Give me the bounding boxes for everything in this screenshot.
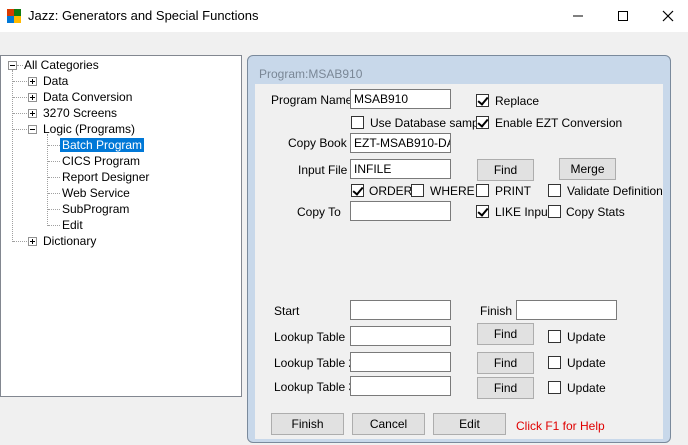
start-field[interactable] xyxy=(350,300,451,320)
copy-to-label: Copy To xyxy=(297,205,341,219)
finish-button[interactable]: Finish xyxy=(271,413,344,435)
input-file-field[interactable]: INFILE xyxy=(350,159,451,179)
expand-icon[interactable] xyxy=(28,237,37,246)
print-label: PRINT xyxy=(495,184,531,198)
order-label: ORDER xyxy=(369,184,413,198)
input-file-find-button[interactable]: Find xyxy=(477,159,534,181)
tree-item-batch-program[interactable]: Batch Program xyxy=(60,137,145,153)
lookup-table-2-label: Lookup Table 2 xyxy=(274,356,356,370)
lookup-table-find-button[interactable]: Find xyxy=(477,323,534,345)
program-name-field[interactable]: MSAB910 xyxy=(350,89,451,109)
expand-icon[interactable] xyxy=(28,93,37,102)
minimize-icon xyxy=(573,15,583,17)
replace-checkbox[interactable] xyxy=(476,94,489,107)
collapse-icon[interactable] xyxy=(28,125,37,134)
start-label: Start xyxy=(274,304,300,318)
maximize-icon xyxy=(618,11,628,21)
app-icon xyxy=(7,9,21,23)
tree-item-dictionary[interactable]: Dictionary xyxy=(43,233,96,249)
lookup-table-label: Lookup Table xyxy=(274,330,346,344)
like-input-checkbox[interactable] xyxy=(476,205,489,218)
tree-item-cics-program[interactable]: CICS Program xyxy=(62,153,140,169)
window-title: Jazz: Generators and Special Functions xyxy=(28,8,259,23)
lookup-table-2-update-label: Update xyxy=(567,356,606,370)
order-checkbox[interactable] xyxy=(351,184,364,197)
copy-book-field[interactable]: EZT-MSAB910-DA1 xyxy=(350,133,451,153)
validate-definition-checkbox[interactable] xyxy=(548,184,561,197)
panel-title: Program:MSAB910 xyxy=(259,67,363,81)
edit-button[interactable]: Edit xyxy=(433,413,506,435)
lookup-table-2-field[interactable] xyxy=(350,352,451,372)
tree-item-report-designer[interactable]: Report Designer xyxy=(62,169,149,185)
expand-icon[interactable] xyxy=(28,109,37,118)
lookup-table-3-update-checkbox[interactable] xyxy=(548,381,561,394)
lookup-table-3-field[interactable] xyxy=(350,376,451,396)
lookup-table-update-label: Update xyxy=(567,330,606,344)
where-checkbox[interactable] xyxy=(411,184,424,197)
replace-label: Replace xyxy=(495,94,540,108)
merge-button[interactable]: Merge xyxy=(559,158,616,180)
input-file-label: Input File xyxy=(298,163,348,177)
copy-to-field[interactable] xyxy=(350,201,451,221)
tree-item-label: Batch Program xyxy=(60,138,145,152)
cancel-button[interactable]: Cancel xyxy=(352,413,425,435)
tree-item-data[interactable]: Data xyxy=(43,73,68,89)
where-label: WHERE xyxy=(430,184,475,198)
collapse-icon[interactable] xyxy=(8,61,17,70)
tree-item-subprogram[interactable]: SubProgram xyxy=(62,201,129,217)
lookup-table-3-find-button[interactable]: Find xyxy=(477,377,534,399)
tree-item-3270-screens[interactable]: 3270 Screens xyxy=(43,105,117,121)
lookup-table-3-update-label: Update xyxy=(567,381,606,395)
like-input-label: LIKE Input xyxy=(495,205,552,219)
validate-definition-label: Validate Definition xyxy=(567,184,663,198)
close-button[interactable] xyxy=(645,0,688,32)
lookup-table-2-update-checkbox[interactable] xyxy=(548,356,561,369)
copy-book-label: Copy Book xyxy=(288,136,347,150)
copy-stats-checkbox[interactable] xyxy=(548,205,561,218)
close-icon xyxy=(662,10,674,22)
lookup-table-field[interactable] xyxy=(350,326,451,346)
tree-item-data-conversion[interactable]: Data Conversion xyxy=(43,89,132,105)
lookup-table-2-find-button[interactable]: Find xyxy=(477,352,534,374)
help-text: Click F1 for Help xyxy=(516,419,605,433)
tree-item-web-service[interactable]: Web Service xyxy=(62,185,130,201)
copy-stats-label: Copy Stats xyxy=(566,205,625,219)
enable-ezt-label: Enable EZT Conversion xyxy=(495,116,623,130)
print-checkbox[interactable] xyxy=(476,184,489,197)
category-tree[interactable]: All Categories Data Data Conversion 3270… xyxy=(0,55,242,397)
finish-field-label: Finish xyxy=(480,304,513,318)
use-database-sample-label: Use Database sample xyxy=(370,116,489,130)
tree-item-logic-programs[interactable]: Logic (Programs) xyxy=(43,121,135,137)
maximize-button[interactable] xyxy=(600,0,646,32)
program-name-label: Program Name xyxy=(271,93,353,107)
use-database-sample-checkbox[interactable] xyxy=(351,116,364,129)
expand-icon[interactable] xyxy=(28,77,37,86)
tree-root-all-categories[interactable]: All Categories xyxy=(24,57,99,73)
minimize-button[interactable] xyxy=(555,0,601,32)
tree-item-edit[interactable]: Edit xyxy=(62,217,83,233)
lookup-table-3-label: Lookup Table 3 xyxy=(274,380,356,394)
enable-ezt-checkbox[interactable] xyxy=(476,116,489,129)
lookup-table-update-checkbox[interactable] xyxy=(548,330,561,343)
title-bar: Jazz: Generators and Special Functions xyxy=(0,0,688,32)
finish-field[interactable] xyxy=(516,300,617,320)
